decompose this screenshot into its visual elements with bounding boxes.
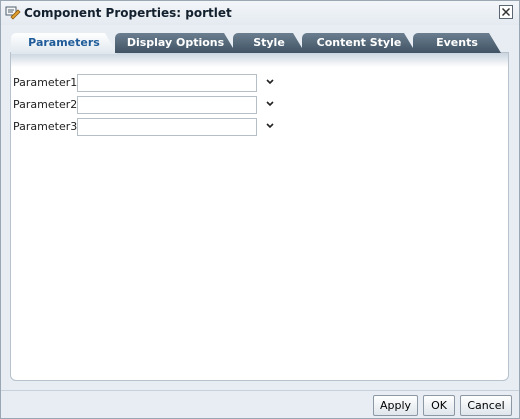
dialog-title: Component Properties: portlet: [24, 6, 232, 20]
cancel-button[interactable]: Cancel: [460, 395, 512, 416]
chevron-down-icon[interactable]: [265, 99, 275, 109]
component-properties-dialog: Component Properties: portlet Parameters…: [0, 0, 520, 419]
tab-events[interactable]: Events: [413, 33, 501, 53]
tab-parameters[interactable]: Parameters: [11, 33, 117, 54]
properties-icon: [5, 6, 21, 20]
chevron-down-icon[interactable]: [265, 121, 275, 131]
ok-button[interactable]: OK: [423, 395, 455, 416]
parameter2-label: Parameter2: [13, 98, 78, 111]
parameter3-input[interactable]: [77, 118, 257, 136]
tab-strip: Parameters Display Options Style Content…: [11, 33, 511, 55]
parameter3-label: Parameter3: [13, 120, 78, 133]
parameter2-input[interactable]: [77, 96, 257, 114]
close-button[interactable]: [499, 5, 513, 19]
tab-style[interactable]: Style: [233, 33, 305, 53]
apply-button[interactable]: Apply: [373, 395, 418, 416]
close-icon: [501, 7, 511, 17]
footer-divider: [1, 390, 519, 391]
parameter1-label: Parameter1: [13, 76, 78, 89]
title-bar: Component Properties: portlet: [1, 1, 519, 25]
tab-content-style[interactable]: Content Style: [302, 33, 416, 53]
tab-display-options[interactable]: Display Options: [115, 33, 236, 53]
parameter1-input[interactable]: [77, 74, 257, 92]
chevron-down-icon[interactable]: [265, 77, 275, 87]
